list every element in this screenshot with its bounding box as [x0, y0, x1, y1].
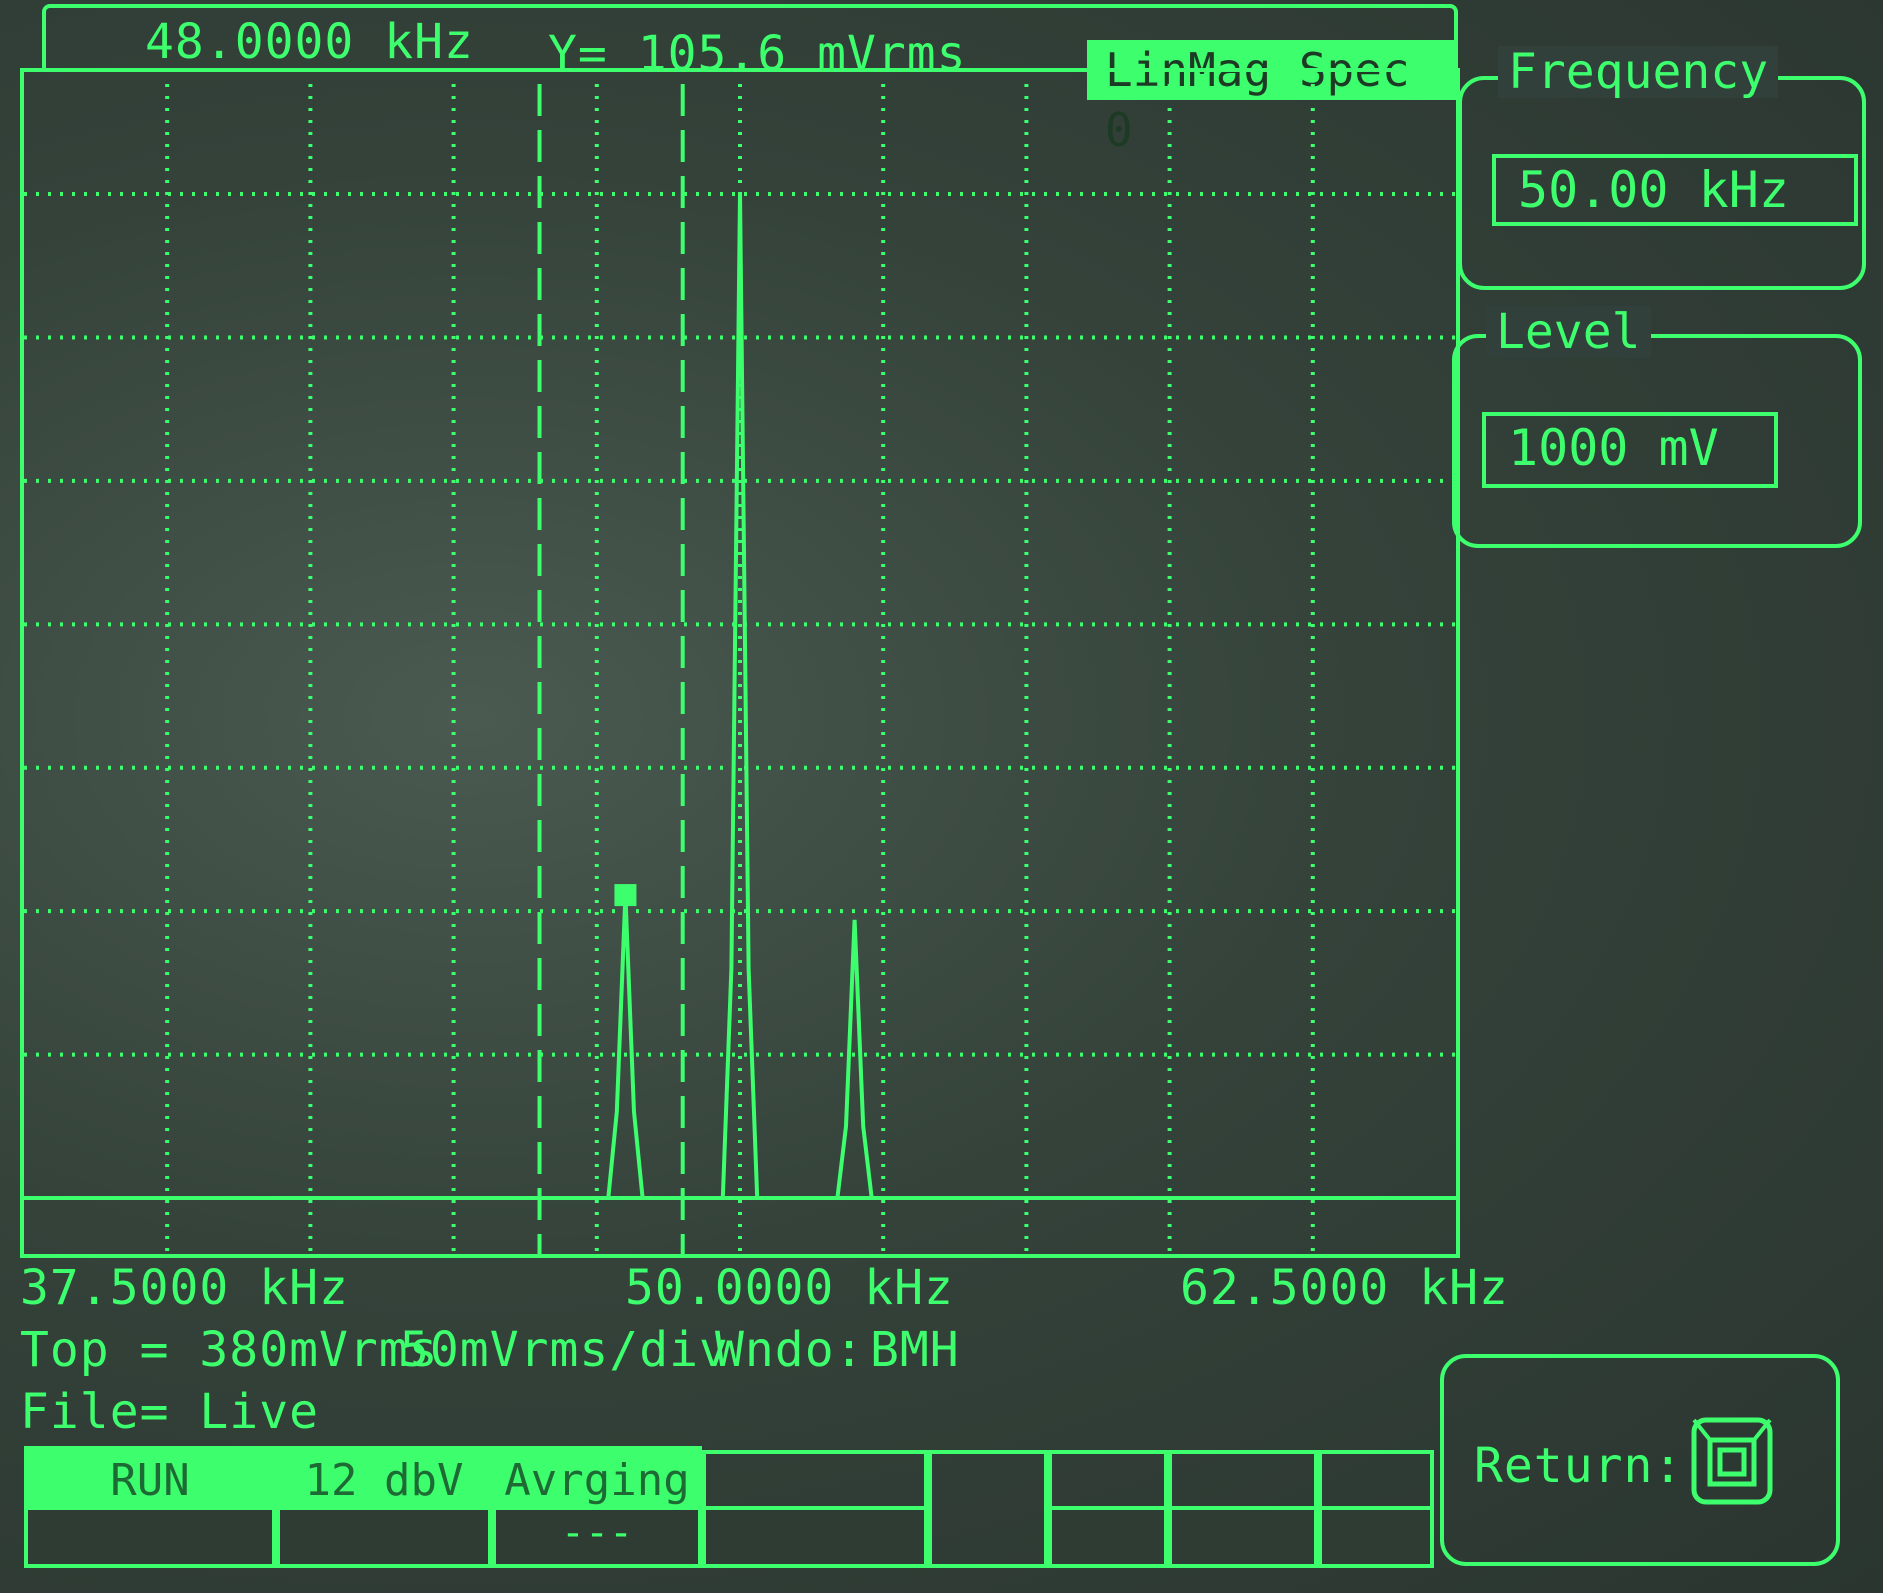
softkey-8-sub — [1322, 1506, 1430, 1564]
softkey-run[interactable]: RUN — [24, 1446, 276, 1568]
softkey-range-label: 12 dbV — [304, 1455, 464, 1506]
axis-center-label: 50.0000 kHz — [625, 1260, 954, 1316]
marker-x-readout: 48.0000 kHz — [145, 14, 474, 70]
softkey-7[interactable] — [1168, 1450, 1318, 1568]
softkey-averaging-label: Avrging — [504, 1455, 690, 1506]
softkey-4-sub — [706, 1506, 924, 1564]
level-title: Level — [1486, 306, 1651, 358]
softkey-6-sub — [1052, 1506, 1164, 1564]
frequency-field[interactable]: 50.00 kHz — [1492, 154, 1858, 226]
top-reference-label: Top = 380mVrms — [20, 1322, 439, 1378]
scale-label: 50mVrms/div — [400, 1322, 729, 1378]
marker-point — [614, 884, 637, 907]
softkey-range-sub — [280, 1506, 488, 1564]
return-label: Return: — [1474, 1438, 1684, 1494]
softkey-averaging[interactable]: Avrging --- — [492, 1446, 702, 1568]
cursor-lines — [537, 84, 685, 1254]
softkey-run-sub — [28, 1506, 272, 1564]
softkey-5[interactable] — [928, 1450, 1048, 1568]
window-value: BMH — [870, 1322, 960, 1378]
softkey-8[interactable] — [1318, 1450, 1434, 1568]
file-status: File= Live — [20, 1384, 319, 1440]
softkey-averaging-sub: --- — [496, 1506, 698, 1564]
window-label: Wndo: — [715, 1322, 865, 1378]
softkey-4[interactable] — [702, 1450, 928, 1568]
spectrum-plot — [20, 68, 1460, 1258]
axis-stop-label: 62.5000 kHz — [1180, 1260, 1509, 1316]
softkey-run-label: RUN — [110, 1455, 190, 1506]
axis-start-label: 37.5000 kHz — [20, 1260, 349, 1316]
softkey-range[interactable]: 12 dbV — [276, 1446, 492, 1568]
return-icon[interactable] — [1690, 1416, 1774, 1506]
frequency-title: Frequency — [1498, 46, 1779, 98]
softkey-6[interactable] — [1048, 1450, 1168, 1568]
level-field[interactable]: 1000 mV — [1482, 412, 1778, 488]
softkey-7-sub — [1172, 1506, 1314, 1564]
